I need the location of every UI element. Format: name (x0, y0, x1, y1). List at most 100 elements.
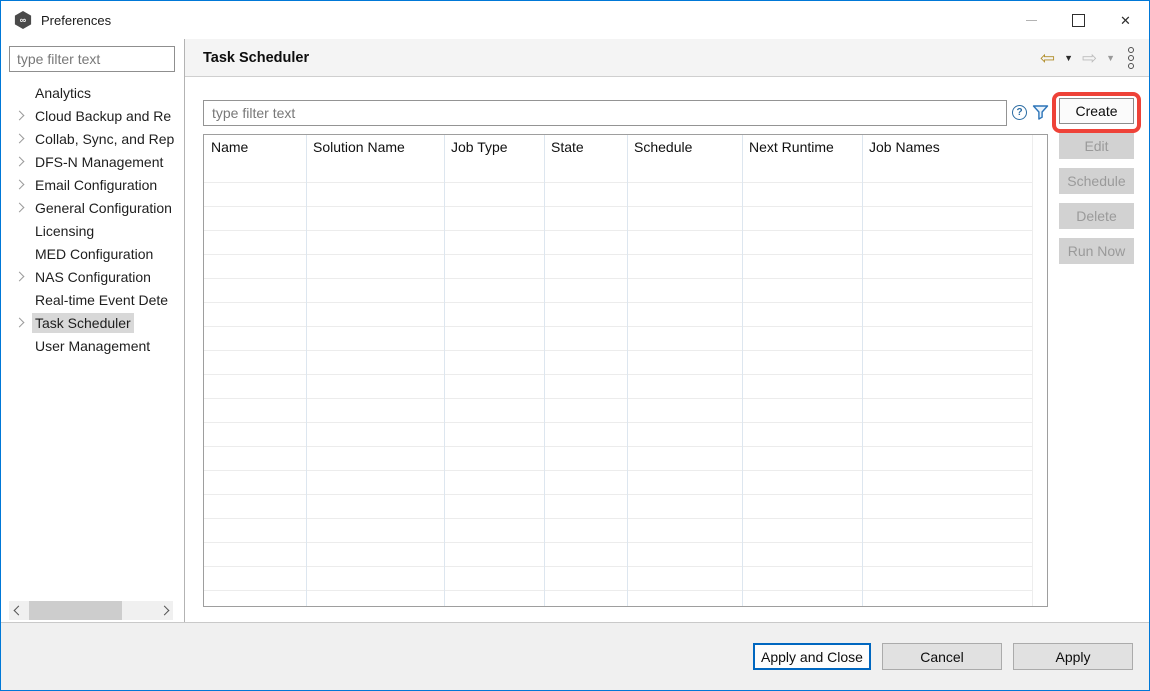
preferences-dialog: ∞ Preferences ✕ Analytics Cloud Backup an… (0, 0, 1150, 691)
chevron-glyph (14, 134, 24, 144)
table-body[interactable] (204, 159, 1033, 606)
sidebar-item-real-time-event-dete[interactable]: Real-time Event Dete (1, 288, 183, 311)
table-vertical-scrollbar[interactable] (1032, 135, 1047, 606)
sidebar-item-dfs-n-management[interactable]: DFS-N Management (1, 150, 183, 173)
sidebar-item-label: Analytics (32, 83, 94, 103)
sidebar: Analytics Cloud Backup and Re Collab, Sync… (1, 39, 185, 622)
filter-funnel-icon[interactable] (1032, 103, 1049, 121)
chevron-right-icon[interactable] (12, 158, 26, 165)
sidebar-item-collab-sync-and-rep[interactable]: Collab, Sync, and Rep (1, 127, 183, 150)
column-header-job-names[interactable]: Job Names (862, 135, 1047, 159)
column-header-schedule[interactable]: Schedule (627, 135, 742, 159)
delete-button[interactable]: Delete (1059, 203, 1134, 229)
scroll-left-icon[interactable] (9, 601, 27, 620)
cancel-button[interactable]: Cancel (882, 643, 1002, 670)
title-bar[interactable]: ∞ Preferences ✕ (1, 1, 1149, 39)
sidebar-item-licensing[interactable]: Licensing (1, 219, 183, 242)
chevron-glyph (14, 318, 24, 328)
sidebar-item-label: User Management (32, 336, 153, 356)
minimize-icon (1026, 20, 1037, 21)
view-menu-icon (1124, 47, 1138, 69)
task-filter-input[interactable] (203, 100, 1007, 126)
chevron-glyph (14, 203, 24, 213)
scrollbar-thumb[interactable] (29, 601, 122, 620)
schedule-button[interactable]: Schedule (1059, 168, 1134, 194)
sidebar-item-label: Real-time Event Dete (32, 290, 171, 310)
chevron-down-icon: ▼ (1106, 53, 1115, 63)
task-action-buttons: Create Edit Schedule Delete Run Now (1059, 98, 1134, 264)
sidebar-item-label: DFS-N Management (32, 152, 166, 172)
column-separator (862, 135, 863, 606)
apply-and-close-button[interactable]: Apply and Close (753, 643, 871, 670)
dialog-body: Analytics Cloud Backup and Re Collab, Sync… (1, 39, 1149, 622)
chevron-right-icon[interactable] (12, 112, 26, 119)
sidebar-item-cloud-backup-and-re[interactable]: Cloud Backup and Re (1, 104, 183, 127)
chevron-right-icon[interactable] (12, 181, 26, 188)
minimize-button[interactable] (1008, 1, 1055, 39)
sidebar-horizontal-scrollbar[interactable] (9, 601, 173, 620)
sidebar-item-analytics[interactable]: Analytics (1, 81, 183, 104)
forward-history-dropdown[interactable]: ▼ (1104, 53, 1117, 63)
column-header-state[interactable]: State (544, 135, 627, 159)
column-header-job-type[interactable]: Job Type (444, 135, 544, 159)
back-history-dropdown[interactable]: ▼ (1062, 53, 1075, 63)
chevron-glyph (14, 111, 24, 121)
sidebar-item-user-management[interactable]: User Management (1, 334, 183, 357)
task-table: NameSolution NameJob TypeStateScheduleNe… (203, 134, 1048, 607)
forward-button[interactable]: ⇨ (1080, 49, 1099, 67)
column-separator (544, 135, 545, 606)
maximize-icon (1072, 14, 1085, 27)
back-arrow-icon: ⇦ (1040, 49, 1055, 67)
column-separator (444, 135, 445, 606)
forward-arrow-icon: ⇨ (1082, 49, 1097, 67)
apply-button[interactable]: Apply (1013, 643, 1133, 670)
window-title: Preferences (41, 13, 111, 28)
table-header-row: NameSolution NameJob TypeStateScheduleNe… (204, 135, 1047, 159)
chevron-glyph (14, 157, 24, 167)
sidebar-item-label: General Configuration (32, 198, 175, 218)
close-button[interactable]: ✕ (1102, 1, 1149, 39)
column-header-name[interactable]: Name (204, 135, 306, 159)
window-controls: ✕ (1008, 1, 1149, 39)
help-icon[interactable]: ? (1012, 105, 1027, 120)
main-panel: Task Scheduler ⇦ ▼ ⇨ ▼ ? (185, 39, 1149, 622)
chevron-right-icon[interactable] (12, 135, 26, 142)
sidebar-item-label: Licensing (32, 221, 97, 241)
chevron-glyph (14, 272, 24, 282)
close-icon: ✕ (1120, 14, 1131, 27)
run-now-button[interactable]: Run Now (1059, 238, 1134, 264)
view-menu-button[interactable] (1122, 47, 1140, 69)
column-header-next-runtime[interactable]: Next Runtime (742, 135, 862, 159)
create-button[interactable]: Create (1059, 98, 1134, 124)
dialog-footer: Apply and Close Cancel Apply (1, 622, 1149, 690)
sidebar-item-label: Collab, Sync, and Rep (32, 129, 177, 149)
sidebar-item-nas-configuration[interactable]: NAS Configuration (1, 265, 183, 288)
back-button[interactable]: ⇦ (1038, 49, 1057, 67)
chevron-right-icon[interactable] (12, 319, 26, 326)
column-header-solution-name[interactable]: Solution Name (306, 135, 444, 159)
sidebar-item-label: Task Scheduler (32, 313, 134, 333)
page-title: Task Scheduler (203, 50, 309, 66)
header-toolbar: ⇦ ▼ ⇨ ▼ (1038, 47, 1140, 69)
app-logo-icon: ∞ (14, 11, 32, 29)
column-separator (742, 135, 743, 606)
page-content: ? NameSolution NameJob TypeStateSchedule… (185, 77, 1149, 622)
scroll-right-icon[interactable] (155, 601, 173, 620)
chevron-glyph (14, 180, 24, 190)
sidebar-item-task-scheduler[interactable]: Task Scheduler (1, 311, 183, 334)
sidebar-item-label: NAS Configuration (32, 267, 154, 287)
sidebar-item-label: Email Configuration (32, 175, 160, 195)
column-separator (306, 135, 307, 606)
chevron-right-icon[interactable] (12, 204, 26, 211)
sidebar-filter-input[interactable] (9, 46, 175, 72)
page-header: Task Scheduler ⇦ ▼ ⇨ ▼ (185, 39, 1149, 77)
sidebar-item-med-configuration[interactable]: MED Configuration (1, 242, 183, 265)
maximize-button[interactable] (1055, 1, 1102, 39)
edit-button[interactable]: Edit (1059, 133, 1134, 159)
sidebar-item-label: Cloud Backup and Re (32, 106, 174, 126)
sidebar-tree: Analytics Cloud Backup and Re Collab, Sync… (1, 79, 183, 592)
sidebar-item-email-configuration[interactable]: Email Configuration (1, 173, 183, 196)
sidebar-item-label: MED Configuration (32, 244, 156, 264)
sidebar-item-general-configuration[interactable]: General Configuration (1, 196, 183, 219)
chevron-right-icon[interactable] (12, 273, 26, 280)
